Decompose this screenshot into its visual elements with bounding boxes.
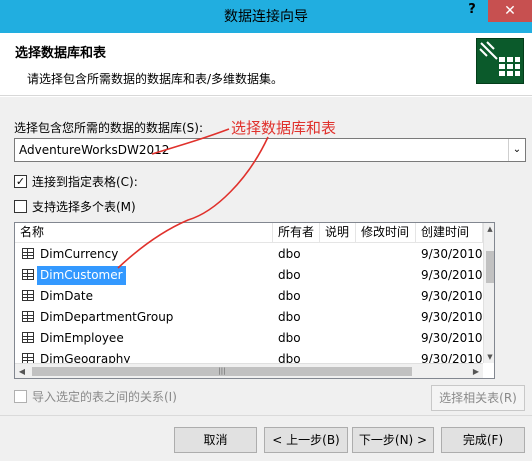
- next-button[interactable]: 下一步(N) >: [352, 427, 434, 453]
- table-created: 9/30/2010 1: [421, 268, 483, 282]
- cancel-button[interactable]: 取消: [174, 427, 257, 453]
- title-bar: 数据连接向导 ? ✕: [0, 0, 532, 33]
- table-description: [320, 244, 356, 265]
- table-owner: dbo: [278, 247, 301, 261]
- table-modified: [356, 328, 416, 349]
- table-icon: [22, 332, 34, 343]
- scroll-left-icon[interactable]: ◀: [15, 364, 29, 378]
- multiple-tables-checkbox[interactable]: 支持选择多个表(M): [14, 198, 136, 214]
- table-name: DimCurrency: [40, 247, 119, 261]
- table-owner: dbo: [278, 310, 301, 324]
- vertical-scroll-thumb[interactable]: [486, 251, 494, 283]
- column-header-owner[interactable]: 所有者: [273, 223, 320, 243]
- connect-specific-table-checkbox[interactable]: ✓ 连接到指定表格(C):: [14, 173, 138, 189]
- help-button[interactable]: ?: [458, 0, 486, 22]
- horizontal-scrollbar[interactable]: ◀ ||| ▶: [15, 363, 483, 378]
- table-modified: [356, 307, 416, 328]
- table-owner: dbo: [278, 268, 301, 282]
- finish-button[interactable]: 完成(F): [441, 427, 525, 453]
- table-name: DimEmployee: [40, 331, 124, 345]
- table-description: [320, 286, 356, 307]
- table-description: [320, 307, 356, 328]
- column-header-modified[interactable]: 修改时间: [356, 223, 416, 243]
- annotation-label: 选择数据库和表: [231, 119, 337, 137]
- select-related-tables-button[interactable]: 选择相关表(R): [431, 385, 525, 411]
- table-row[interactable]: DimCustomer dbo 9/30/2010 1: [15, 265, 483, 286]
- database-label: 选择包含您所需的数据的数据库(S):: [14, 121, 204, 135]
- scroll-up-icon[interactable]: ▲: [484, 223, 494, 235]
- back-button[interactable]: < 上一步(B): [264, 427, 348, 453]
- table-created: 9/30/2010 1: [421, 310, 483, 324]
- table-description: [320, 265, 356, 286]
- database-select[interactable]: AdventureWorksDW2012 ⌄: [14, 138, 526, 162]
- table-modified: [356, 265, 416, 286]
- column-header-created[interactable]: 创建时间: [416, 223, 483, 243]
- table-modified: [356, 286, 416, 307]
- wizard-body: 选择包含您所需的数据的数据库(S): AdventureWorksDW2012 …: [0, 97, 532, 461]
- checkbox-unchecked-icon[interactable]: [14, 199, 27, 213]
- import-relations-label: 导入选定的表之间的关系(I): [32, 389, 177, 404]
- scroll-right-icon[interactable]: ▶: [469, 364, 483, 378]
- page-title: 选择数据库和表: [15, 46, 107, 61]
- import-relations-checkbox[interactable]: 导入选定的表之间的关系(I): [14, 388, 177, 404]
- footer-divider: [0, 415, 532, 416]
- table-icon: [22, 311, 34, 322]
- page-subtitle: 请选择包含所需数据的数据库和表/多维数据集。: [27, 72, 284, 86]
- table-owner: dbo: [278, 331, 301, 345]
- table-description: [320, 328, 356, 349]
- table-icon: [22, 248, 34, 259]
- tables-list[interactable]: 名称 所有者 说明 修改时间 创建时间 DimCurrency dbo 9/30…: [14, 222, 495, 379]
- connect-specific-table-label: 连接到指定表格(C):: [32, 174, 138, 189]
- table-header: 名称 所有者 说明 修改时间 创建时间: [15, 223, 483, 243]
- table-row[interactable]: DimDate dbo 9/30/2010 1: [15, 286, 483, 307]
- column-header-description[interactable]: 说明: [320, 223, 356, 243]
- table-row[interactable]: DimCurrency dbo 9/30/2010 1: [15, 244, 483, 265]
- close-button[interactable]: ✕: [488, 0, 532, 22]
- checkbox-checked-icon[interactable]: ✓: [14, 174, 27, 188]
- chevron-down-icon[interactable]: ⌄: [508, 139, 525, 161]
- database-select-value: AdventureWorksDW2012: [19, 143, 170, 157]
- window-title: 数据连接向导: [224, 9, 308, 25]
- horizontal-scroll-thumb[interactable]: |||: [32, 367, 412, 376]
- table-name: DimDate: [40, 289, 93, 303]
- table-created: 9/30/2010 1: [421, 331, 483, 345]
- table-icon: [22, 290, 34, 301]
- table-created: 9/30/2010 1: [421, 289, 483, 303]
- scroll-down-icon[interactable]: ▼: [484, 351, 494, 363]
- vertical-scrollbar[interactable]: ▲ ▼: [483, 223, 494, 363]
- table-row[interactable]: DimEmployee dbo 9/30/2010 1: [15, 328, 483, 349]
- table-created: 9/30/2010 1: [421, 247, 483, 261]
- table-icon: [22, 269, 34, 280]
- database-wizard-icon: [476, 38, 524, 84]
- table-owner: dbo: [278, 289, 301, 303]
- table-name: DimCustomer: [37, 266, 126, 285]
- table-row[interactable]: DimDepartmentGroup dbo 9/30/2010 1: [15, 307, 483, 328]
- checkbox-unchecked-icon[interactable]: [14, 389, 27, 403]
- column-header-name[interactable]: 名称: [15, 223, 273, 243]
- table-modified: [356, 244, 416, 265]
- multiple-tables-label: 支持选择多个表(M): [32, 199, 136, 214]
- wizard-header: 选择数据库和表 请选择包含所需数据的数据库和表/多维数据集。: [0, 33, 532, 96]
- table-name: DimDepartmentGroup: [40, 310, 174, 324]
